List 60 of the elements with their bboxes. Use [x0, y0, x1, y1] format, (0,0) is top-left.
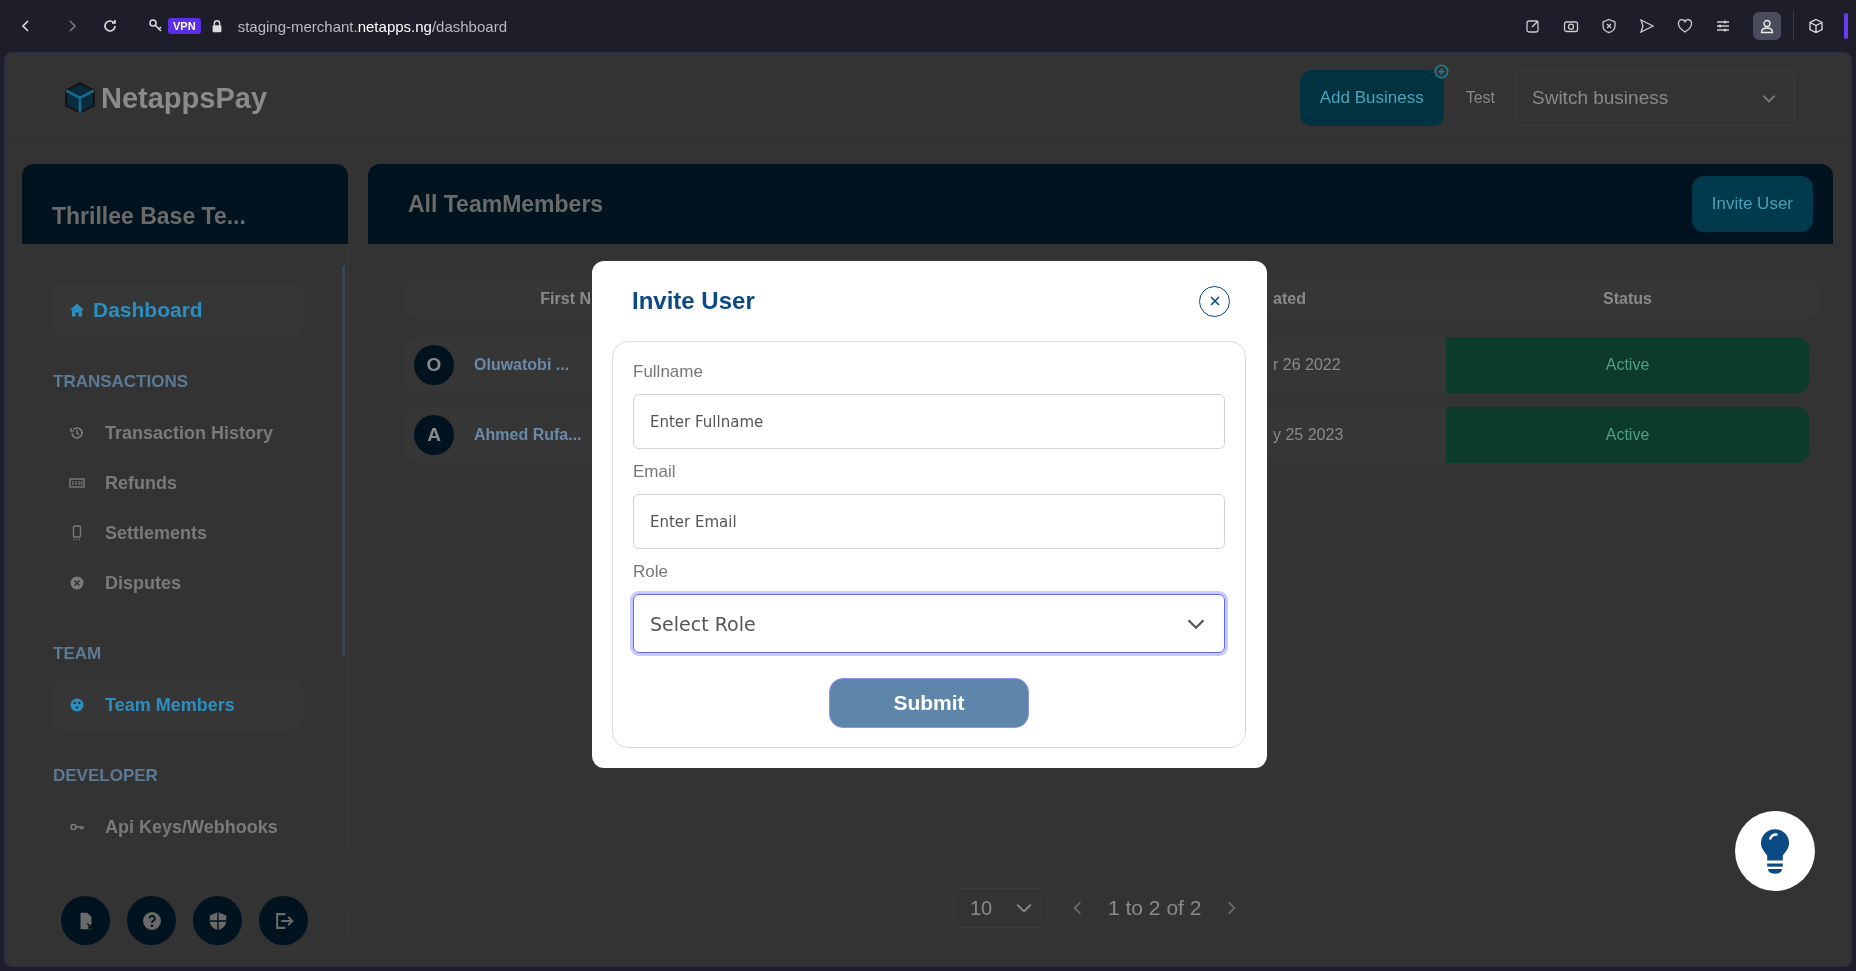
history-icon — [69, 425, 85, 441]
table-cell-text: y 25 2023 — [1272, 426, 1345, 444]
table-cell: Ahmed Rufa... — [474, 426, 582, 444]
business-label: Test — [1465, 89, 1495, 107]
close-button[interactable] — [1199, 285, 1230, 317]
input-field[interactable]: Enter Email — [633, 494, 1225, 549]
person-icon — [1759, 18, 1775, 34]
column-header: ated — [1272, 290, 1307, 308]
reload-icon[interactable] — [102, 18, 118, 34]
help-button[interactable] — [127, 896, 176, 945]
business-name: Thrillee Base Te... — [52, 203, 246, 230]
page-title: All TeamMembers — [408, 190, 604, 218]
switch-business-select[interactable]: Switch business — [1515, 70, 1795, 126]
table-cell: Oluwatobi ... — [474, 356, 570, 374]
sidebar-item[interactable]: Disputes — [53, 558, 303, 608]
sliders-icon[interactable] — [1715, 18, 1731, 34]
address-bar[interactable]: staging-merchant.netapps.ng/dashboard — [237, 17, 507, 35]
key-icon[interactable] — [148, 18, 164, 34]
camera-icon[interactable] — [1563, 18, 1579, 34]
cube-icon[interactable] — [1808, 18, 1824, 34]
page-range: 1 to 2 of 2 — [1108, 896, 1202, 920]
status-badge: Active — [1446, 337, 1809, 393]
section-heading: TRANSACTIONS — [53, 372, 190, 392]
column-header: Status — [1602, 290, 1653, 308]
x-circle-icon — [69, 575, 85, 591]
cube-logo-icon — [63, 81, 97, 115]
shield-x-icon[interactable] — [1601, 18, 1617, 34]
input-field[interactable]: Enter Fullname — [633, 394, 1225, 449]
table-cell-text: r 26 2022 — [1272, 356, 1342, 374]
edit-icon[interactable] — [1525, 18, 1541, 34]
add-business-button[interactable]: Add Business — [1299, 70, 1444, 126]
section-heading: DEVELOPER — [53, 766, 159, 786]
dialog-title: Invite User — [632, 287, 755, 315]
role-select[interactable]: Select Role — [633, 594, 1225, 653]
plus-badge-icon — [1433, 64, 1449, 79]
logout-button[interactable] — [259, 896, 308, 945]
invite-user-button[interactable]: Invite User — [1691, 176, 1813, 232]
logo-text: NetappsPay — [101, 81, 267, 115]
status-badge: Active — [1446, 407, 1809, 463]
sidebar-item[interactable]: Settlements — [53, 508, 303, 558]
heart-icon[interactable] — [1677, 18, 1693, 34]
column-header: First N — [539, 290, 591, 308]
help-icon — [140, 909, 163, 932]
sidebar-item[interactable]: Refunds — [53, 458, 303, 508]
send-icon[interactable] — [1639, 18, 1655, 34]
sidebar-item[interactable]: Transaction History — [53, 408, 303, 458]
page-size-select[interactable]: 10 — [953, 888, 1048, 928]
home-icon — [69, 302, 85, 318]
sidebar-item[interactable]: Api Keys/Webhooks — [53, 802, 303, 852]
cash-icon — [69, 475, 85, 491]
document-button[interactable] — [61, 896, 110, 945]
field-label: Fullname — [633, 362, 704, 382]
section-heading: TEAM — [53, 644, 103, 664]
avatar: A — [414, 415, 454, 455]
avatar: O — [414, 345, 454, 385]
shield-button[interactable] — [193, 896, 242, 945]
field-label: Role — [633, 562, 669, 582]
profile-button[interactable] — [1753, 12, 1781, 40]
vpn-badge[interactable]: VPN — [168, 18, 201, 34]
field-label: Email — [633, 462, 677, 482]
